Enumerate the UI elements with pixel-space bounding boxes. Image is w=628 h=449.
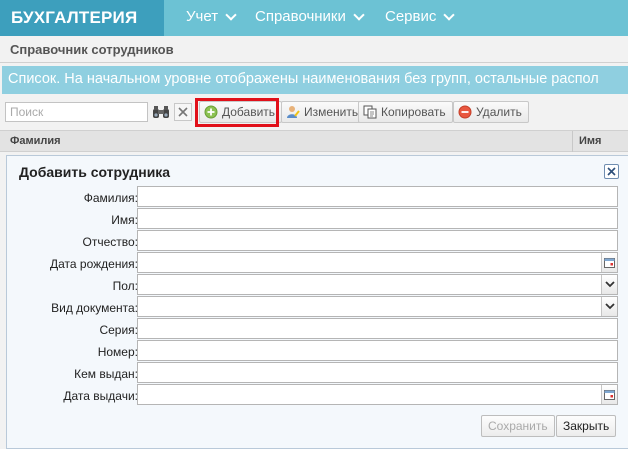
column-header-surname[interactable]: Фамилия	[10, 135, 61, 147]
copy-button-label: Копировать	[381, 105, 446, 119]
plus-circle-icon	[204, 105, 218, 119]
nav-menu-label: Справочники	[255, 8, 346, 25]
app-brand: БУХГАЛТЕРИЯ	[11, 8, 138, 27]
form-row-issued-by: Кем выдан:	[7, 362, 628, 384]
form-row-number: Номер:	[7, 340, 628, 362]
grid-header: Фамилия Имя	[0, 130, 628, 152]
binoculars-icon[interactable]	[151, 102, 171, 122]
chevron-down-icon[interactable]	[601, 275, 617, 294]
add-employee-dialog: Добавить сотрудника Фамилия: Имя: Отчест…	[6, 155, 628, 449]
issue-date-field[interactable]	[137, 384, 618, 405]
field-label: Дата выдачи:	[63, 389, 138, 403]
field-label: Пол:	[112, 279, 138, 293]
chevron-down-icon[interactable]	[601, 297, 617, 316]
name-field[interactable]	[137, 208, 618, 229]
document-type-select[interactable]	[137, 296, 618, 317]
clear-search-button[interactable]	[174, 103, 192, 121]
save-button[interactable]: Сохранить	[481, 415, 555, 437]
top-nav-bar: БУХГАЛТЕРИЯ Учет Справочники Сервис	[0, 0, 628, 36]
page-title: Справочник сотрудников	[10, 42, 174, 57]
form-row-issue-date: Дата выдачи:	[7, 384, 628, 406]
gender-select[interactable]	[137, 274, 618, 295]
field-label: Имя:	[111, 213, 138, 227]
series-field[interactable]	[137, 318, 618, 339]
edit-button[interactable]: Изменить	[281, 101, 366, 123]
issued-by-field[interactable]	[137, 362, 618, 383]
close-button[interactable]: Закрыть	[556, 415, 617, 437]
close-icon	[607, 167, 616, 176]
field-label: Серия:	[99, 323, 138, 337]
column-separator	[572, 131, 573, 152]
user-edit-icon	[286, 105, 300, 119]
edit-button-label: Изменить	[304, 105, 359, 119]
form-row-gender: Пол:	[7, 274, 628, 296]
form-row-series: Серия:	[7, 318, 628, 340]
birth-date-field[interactable]	[137, 252, 618, 273]
field-label: Номер:	[97, 345, 138, 359]
nav-menu-spravochniki[interactable]: Справочники	[255, 8, 365, 25]
field-label: Вид документа:	[51, 301, 138, 315]
brand-block-edge	[138, 0, 164, 36]
form-row-document-type: Вид документа:	[7, 296, 628, 318]
nav-menu-servis[interactable]: Сервис	[385, 8, 456, 25]
minus-circle-icon	[458, 105, 472, 119]
dialog-title: Добавить сотрудника	[19, 164, 171, 180]
nav-menu-label: Сервис	[385, 8, 437, 25]
field-label: Кем выдан:	[74, 367, 138, 381]
copy-icon	[363, 105, 377, 119]
chevron-down-icon	[225, 8, 237, 21]
column-header-name[interactable]: Имя	[579, 135, 601, 147]
delete-button-label: Удалить	[476, 105, 522, 119]
chevron-down-icon	[353, 8, 365, 21]
number-field[interactable]	[137, 340, 618, 361]
divider	[0, 62, 628, 63]
search-input[interactable]	[5, 102, 148, 122]
info-banner: Список. На начальном уровне отображены н…	[2, 66, 628, 94]
nav-menu-uchet[interactable]: Учет	[186, 8, 237, 25]
calendar-icon[interactable]	[601, 385, 617, 404]
field-label: Фамилия:	[83, 191, 138, 205]
chevron-down-icon	[443, 8, 456, 21]
field-label: Отчество:	[82, 235, 139, 249]
add-button-label: Добавить	[222, 105, 276, 119]
close-icon	[178, 107, 188, 117]
nav-menu-label: Учет	[186, 8, 219, 25]
form-row-birth-date: Дата рождения:	[7, 252, 628, 274]
form-row-surname: Фамилия:	[7, 186, 628, 208]
delete-button[interactable]: Удалить	[453, 101, 529, 123]
calendar-icon[interactable]	[601, 253, 617, 272]
patronymic-field[interactable]	[137, 230, 618, 251]
field-label: Дата рождения:	[50, 257, 138, 271]
copy-button[interactable]: Копировать	[358, 101, 453, 123]
form-row-name: Имя:	[7, 208, 628, 230]
surname-field[interactable]	[137, 186, 618, 207]
add-button[interactable]: Добавить	[199, 101, 283, 123]
dialog-close-button[interactable]	[604, 164, 619, 179]
form-row-patronymic: Отчество:	[7, 230, 628, 252]
